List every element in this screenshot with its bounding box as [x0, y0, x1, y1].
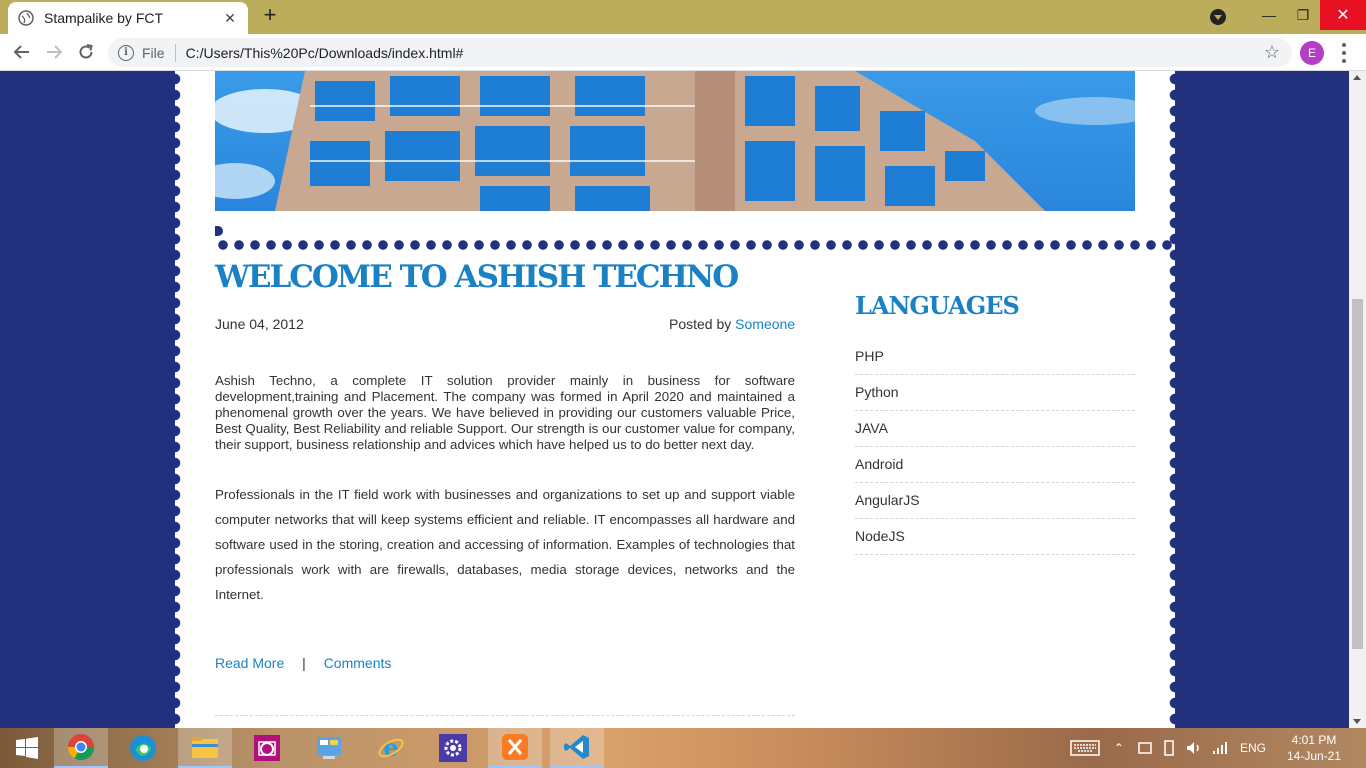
browser-tab[interactable]: Stampalike by FCT ✕ [8, 2, 248, 34]
globe-icon [18, 10, 34, 26]
internet-explorer-icon: e [378, 734, 404, 762]
back-icon [13, 45, 29, 59]
post-author-line: Posted by Someone [669, 316, 795, 332]
windows-taskbar: e ⌃ ENG 4:01 PM 14-Jun-21 [0, 728, 1366, 768]
perforation-marker [215, 226, 223, 236]
scrollbar-thumb[interactable] [1352, 299, 1363, 649]
hero-building-image [215, 71, 1135, 211]
post-paragraph-2: Professionals in the IT field work with … [215, 487, 795, 602]
xampp-icon [502, 734, 528, 760]
chrome-icon [67, 734, 95, 761]
network-icon[interactable] [1162, 740, 1176, 756]
address-bar[interactable]: i File C:/Users/This%20Pc/Downloads/inde… [108, 38, 1292, 67]
post-links: Read More | Comments [215, 655, 391, 671]
window-controls: — ❐ ✕ [1252, 0, 1366, 30]
taskbar-clock[interactable]: 4:01 PM 14-Jun-21 [1276, 732, 1352, 764]
clock-date: 14-Jun-21 [1286, 749, 1342, 763]
address-scheme: File [142, 44, 165, 61]
perforated-divider [215, 239, 1175, 251]
scroll-up-icon[interactable] [1353, 75, 1361, 80]
post-divider [215, 715, 795, 716]
sidebar-item-android[interactable]: Android [855, 447, 1135, 483]
sidebar-item-nodejs[interactable]: NodeJS [855, 519, 1135, 555]
vscode-icon [564, 735, 589, 759]
maximize-button[interactable]: ❐ [1286, 0, 1320, 30]
taskbar-camera[interactable] [240, 728, 294, 768]
svg-text:e: e [383, 734, 398, 762]
keyboard-icon[interactable] [1070, 740, 1100, 756]
forward-icon [47, 45, 63, 59]
forward-button[interactable] [42, 40, 66, 64]
new-tab-button[interactable]: + [258, 4, 282, 28]
taskbar-internet-explorer[interactable]: e [364, 728, 418, 768]
back-button[interactable] [10, 40, 34, 64]
tab-title: Stampalike by FCT [44, 10, 164, 26]
reload-button[interactable] [74, 40, 98, 64]
show-desktop-button[interactable] [1352, 728, 1366, 768]
taskbar-control-panel[interactable] [302, 728, 356, 768]
wifi-icon[interactable] [1212, 741, 1228, 755]
clock-time: 4:01 PM [1291, 733, 1337, 747]
sidebar-item-php[interactable]: PHP [855, 339, 1135, 375]
scroll-down-icon[interactable] [1353, 719, 1361, 724]
camera-app-icon [254, 735, 280, 761]
sidebar-item-python[interactable]: Python [855, 375, 1135, 411]
taskbar-settings[interactable] [426, 728, 480, 768]
browser-toolbar: i File C:/Users/This%20Pc/Downloads/inde… [0, 34, 1366, 71]
page-scrollbar[interactable] [1349, 71, 1366, 728]
author-link[interactable]: Someone [735, 316, 795, 332]
taskbar-edge[interactable] [116, 728, 170, 768]
sidebar-item-java[interactable]: JAVA [855, 411, 1135, 447]
languages-list: PHP Python JAVA Android AngularJS NodeJS [855, 339, 1135, 555]
post-date: June 04, 2012 [215, 316, 304, 332]
star-icon[interactable]: ☆ [1264, 42, 1280, 63]
info-icon[interactable]: i [118, 44, 134, 61]
settings-icon [439, 734, 467, 762]
system-tray: ⌃ ENG 4:01 PM 14-Jun-21 [1070, 728, 1366, 768]
sidebar-title: LANGUAGES [855, 291, 1020, 320]
taskbar-vscode[interactable] [550, 728, 604, 768]
menu-icon[interactable] [1336, 43, 1352, 63]
start-icon [16, 737, 38, 759]
taskbar-xampp[interactable] [488, 728, 542, 768]
sidebar-item-angularjs[interactable]: AngularJS [855, 483, 1135, 519]
edge-icon [130, 735, 156, 761]
post-title: WELCOME TO ASHISH TECHNO [215, 259, 739, 295]
start-button[interactable] [0, 728, 54, 768]
battery-icon[interactable] [1138, 741, 1152, 755]
tray-expand-icon[interactable]: ⌃ [1114, 741, 1124, 755]
tab-close-icon[interactable]: ✕ [222, 10, 238, 27]
comments-link[interactable]: Comments [324, 655, 392, 671]
file-explorer-icon [192, 737, 218, 758]
taskbar-chrome[interactable] [54, 728, 108, 768]
address-separator [174, 43, 176, 62]
tab-search-icon[interactable] [1210, 9, 1226, 25]
stamp-content-panel: WELCOME TO ASHISH TECHNO June 04, 2012 P… [168, 71, 1182, 728]
close-window-button[interactable]: ✕ [1320, 0, 1366, 30]
read-more-link[interactable]: Read More [215, 655, 284, 671]
reload-icon [79, 44, 93, 59]
page-viewport: WELCOME TO ASHISH TECHNO June 04, 2012 P… [0, 71, 1366, 728]
browser-tab-strip: Stampalike by FCT ✕ + — ❐ ✕ [0, 0, 1366, 34]
control-panel-icon [317, 737, 341, 759]
post-paragraph-1: Ashish Techno, a complete IT solution pr… [215, 373, 795, 452]
taskbar-file-explorer[interactable] [178, 728, 232, 768]
link-separator: | [302, 655, 306, 671]
address-url[interactable]: C:/Users/This%20Pc/Downloads/index.html# [186, 45, 464, 61]
volume-icon[interactable] [1186, 741, 1202, 755]
minimize-button[interactable]: — [1252, 0, 1286, 30]
profile-avatar[interactable]: E [1300, 41, 1324, 65]
input-language[interactable]: ENG [1240, 741, 1266, 755]
posted-by-label: Posted by [669, 316, 732, 332]
